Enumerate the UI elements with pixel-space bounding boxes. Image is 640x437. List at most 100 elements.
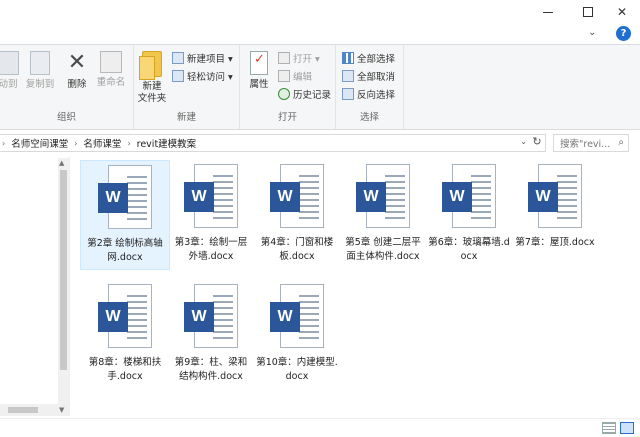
move-to-button[interactable]: 动到 bbox=[0, 51, 22, 91]
ribbon: 动到 复制到 ✕ 删除 重命名 组织 新建 文件夹 新建项目 ▾ 轻松访问 ▾ bbox=[0, 44, 640, 130]
properties-button[interactable]: 属性 bbox=[244, 51, 274, 91]
word-document-icon: W bbox=[268, 284, 326, 352]
new-item-button[interactable]: 新建项目 ▾ bbox=[172, 51, 233, 65]
refresh-icon[interactable]: ↻ bbox=[529, 135, 545, 149]
word-badge: W bbox=[270, 182, 300, 212]
document-lines bbox=[127, 295, 147, 339]
delete-icon: ✕ bbox=[67, 50, 87, 75]
search-input[interactable]: 搜索"revi... ⌕ bbox=[553, 134, 629, 152]
address-dropdown-icon[interactable]: ⌄ bbox=[520, 137, 527, 146]
horizontal-scrollbar-thumb[interactable] bbox=[8, 407, 38, 413]
scroll-up-icon[interactable]: ▲ bbox=[59, 159, 64, 167]
help-icon[interactable]: ? bbox=[616, 26, 631, 41]
minimize-button[interactable] bbox=[526, 0, 570, 24]
word-badge: W bbox=[442, 182, 472, 212]
scrollbar-thumb[interactable] bbox=[60, 170, 67, 370]
open-button[interactable]: 打开 ▾ bbox=[278, 51, 320, 65]
word-document-icon: W bbox=[268, 164, 326, 232]
organize-group: 动到 复制到 ✕ 删除 重命名 组织 bbox=[0, 45, 134, 129]
file-name: 第6章：玻璃幕墙.docx bbox=[428, 237, 510, 262]
breadcrumb[interactable]: › 名师空间课堂 › 名师课堂 › revit建模教案 ⌄ bbox=[0, 134, 546, 152]
file-item[interactable]: W 第7章：屋顶.docx bbox=[510, 160, 600, 270]
open-group: 属性 打开 ▾ 编辑 历史记录 打开 bbox=[240, 45, 336, 129]
open-group-label: 打开 bbox=[277, 112, 297, 123]
file-name: 第5章 创建二层平面主体构件.docx bbox=[345, 237, 421, 262]
document-lines bbox=[299, 175, 319, 219]
word-badge: W bbox=[184, 182, 214, 212]
crumb-item[interactable]: 名师课堂 bbox=[79, 136, 125, 150]
ribbon-tabs-row: ⌄ ? bbox=[0, 24, 640, 44]
file-item[interactable]: W 第4章：门窗和楼板.docx bbox=[252, 160, 342, 270]
edit-icon bbox=[278, 70, 290, 82]
word-document-icon: W bbox=[182, 164, 240, 232]
file-item[interactable]: W 第6章：玻璃幕墙.docx bbox=[424, 160, 514, 270]
move-to-icon bbox=[0, 51, 19, 75]
crumb-separator: › bbox=[74, 138, 78, 148]
file-item[interactable]: W 第10章：内建模型.docx bbox=[252, 280, 342, 390]
file-item[interactable]: W 第2章 绘制标高轴网.docx bbox=[80, 160, 170, 270]
copy-to-label: 复制到 bbox=[25, 79, 55, 90]
file-name: 第2章 绘制标高轴网.docx bbox=[87, 238, 163, 263]
rename-label: 重命名 bbox=[96, 77, 126, 88]
invert-selection-button[interactable]: 反向选择 bbox=[342, 87, 395, 101]
open-label: 打开 ▾ bbox=[293, 54, 320, 65]
new-folder-label-2: 文件夹 bbox=[137, 93, 167, 104]
easy-access-label: 轻松访问 ▾ bbox=[187, 72, 233, 83]
new-folder-icon bbox=[139, 51, 162, 80]
large-icons-view-icon[interactable] bbox=[620, 422, 634, 434]
maximize-icon bbox=[583, 7, 593, 17]
details-view-icon[interactable] bbox=[602, 422, 616, 434]
crumb-item[interactable]: revit建模教案 bbox=[133, 136, 201, 150]
select-none-icon bbox=[342, 70, 354, 82]
word-document-icon: W bbox=[96, 284, 154, 352]
delete-label: 删除 bbox=[67, 79, 87, 90]
close-icon: ✕ bbox=[616, 5, 628, 19]
file-item[interactable]: W 第8章：楼梯和扶手.docx bbox=[80, 280, 170, 390]
select-group: 全部选择 全部取消 反向选择 选择 bbox=[336, 45, 404, 129]
new-group: 新建 文件夹 新建项目 ▾ 轻松访问 ▾ 新建 bbox=[134, 45, 240, 129]
file-item[interactable]: W 第9章：柱、梁和结构构件.docx bbox=[166, 280, 256, 390]
select-none-button[interactable]: 全部取消 bbox=[342, 69, 395, 83]
file-item[interactable]: W 第3章：绘制一层外墙.docx bbox=[166, 160, 256, 270]
title-bar: ✕ bbox=[0, 0, 640, 24]
search-icon: ⌕ bbox=[618, 137, 624, 148]
horizontal-scrollbar[interactable] bbox=[0, 404, 58, 416]
file-name: 第9章：柱、梁和结构构件.docx bbox=[174, 357, 248, 382]
document-lines bbox=[127, 176, 147, 220]
close-button[interactable]: ✕ bbox=[600, 0, 640, 24]
search-placeholder: 搜索"revi... bbox=[560, 139, 611, 150]
properties-icon bbox=[250, 51, 268, 75]
easy-access-button[interactable]: 轻松访问 ▾ bbox=[172, 69, 233, 83]
select-none-label: 全部取消 bbox=[357, 72, 396, 83]
select-all-button[interactable]: 全部选择 bbox=[342, 51, 395, 65]
rename-button[interactable]: 重命名 bbox=[94, 51, 128, 89]
file-name: 第10章：内建模型.docx bbox=[256, 357, 338, 382]
invert-selection-icon bbox=[342, 88, 354, 100]
new-item-icon bbox=[172, 52, 184, 64]
crumb-item[interactable]: 名师空间课堂 bbox=[7, 136, 72, 150]
copy-to-icon bbox=[30, 51, 50, 75]
address-bar: › 名师空间课堂 › 名师课堂 › revit建模教案 ⌄ ↻ 搜索"revi.… bbox=[0, 132, 640, 154]
invert-selection-label: 反向选择 bbox=[357, 90, 396, 101]
move-to-label: 动到 bbox=[0, 79, 18, 90]
document-lines bbox=[385, 175, 405, 219]
edit-button[interactable]: 编辑 bbox=[278, 69, 312, 83]
file-name: 第8章：楼梯和扶手.docx bbox=[88, 357, 162, 382]
document-lines bbox=[557, 175, 577, 219]
document-lines bbox=[213, 295, 233, 339]
history-button[interactable]: 历史记录 bbox=[278, 87, 331, 101]
collapse-ribbon-icon[interactable]: ⌄ bbox=[588, 27, 596, 38]
copy-to-button[interactable]: 复制到 bbox=[24, 51, 56, 91]
rename-icon bbox=[100, 51, 122, 73]
delete-button[interactable]: ✕ 删除 bbox=[64, 51, 90, 91]
crumb-separator: › bbox=[2, 138, 6, 148]
document-lines bbox=[213, 175, 233, 219]
scroll-down-icon[interactable]: ▼ bbox=[59, 406, 64, 414]
navigation-scrollbar[interactable]: ▲ ▼ bbox=[58, 158, 69, 416]
word-document-icon: W bbox=[354, 164, 412, 232]
new-folder-button[interactable]: 新建 文件夹 bbox=[136, 51, 168, 105]
file-item[interactable]: W 第5章 创建二层平面主体构件.docx bbox=[338, 160, 428, 270]
select-group-label: 选择 bbox=[359, 112, 379, 123]
file-name: 第4章：门窗和楼板.docx bbox=[260, 237, 334, 262]
word-document-icon: W bbox=[526, 164, 584, 232]
